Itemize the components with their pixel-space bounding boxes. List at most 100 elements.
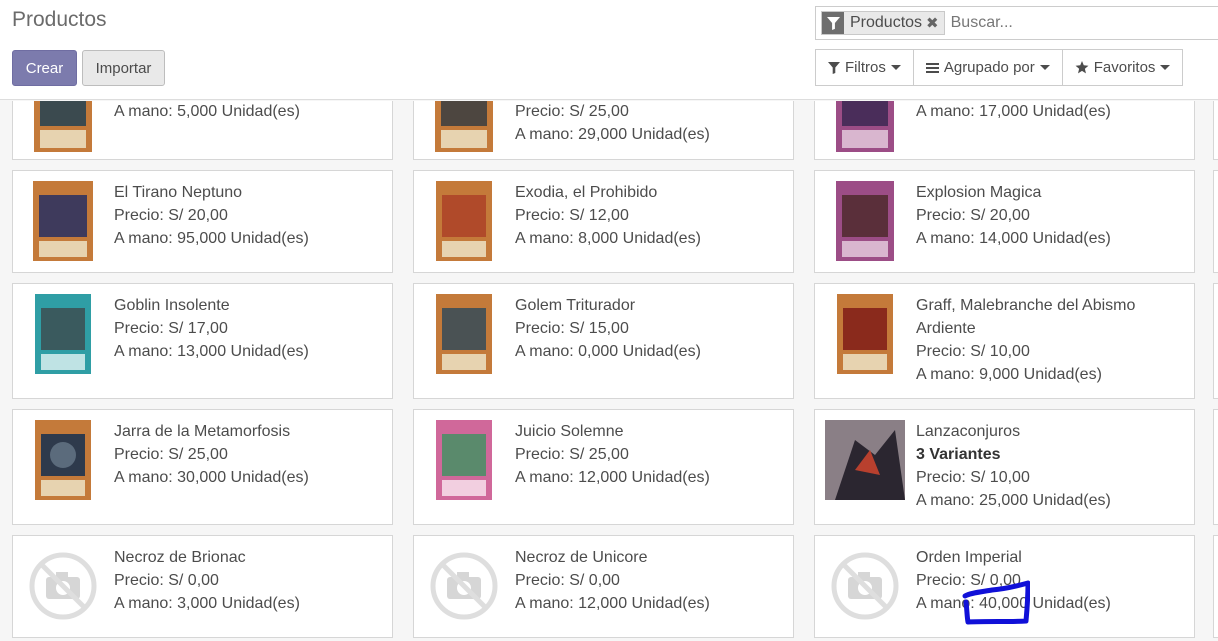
product-image: [23, 420, 103, 500]
page-title: Productos: [12, 8, 107, 31]
product-name: Lanzaconjuros: [916, 423, 1021, 440]
product-card[interactable]: Necroz de Brionac Precio: S/ 0,00 A mano…: [12, 535, 393, 638]
kanban-view: A mano: 5,000 Unidad(es) Precio: S/ 25,0…: [0, 101, 1218, 641]
create-button[interactable]: Crear: [12, 50, 77, 86]
search-options: Filtros Agrupado por Favoritos: [815, 49, 1184, 86]
product-name: Necroz de Brionac: [114, 549, 246, 566]
product-name: El Tirano Neptuno: [114, 184, 243, 201]
favorites-label: Favoritos: [1093, 59, 1156, 76]
product-stock: A mano: 13,000 Unidad(es): [114, 343, 309, 360]
product-price: Precio: S/ 0,00: [515, 572, 620, 589]
group-by-label: Agrupado por: [943, 59, 1035, 76]
import-button[interactable]: Importar: [82, 50, 165, 86]
product-name: Juicio Solemne: [515, 423, 624, 440]
product-image: [424, 101, 504, 152]
product-card[interactable]: Precio: S/ 25,00 A mano: 29,000 Unidad(e…: [413, 101, 794, 160]
product-card-partial: [1213, 535, 1218, 638]
product-price: Precio: S/ 10,00: [916, 343, 1030, 360]
product-price: Precio: S/ 25,00: [515, 103, 629, 120]
product-stock: A mano: 17,000 Unidad(es): [916, 103, 1111, 120]
product-card-partial: [1213, 101, 1218, 160]
product-name: Necroz de Unicore: [515, 549, 648, 566]
product-price: Precio: S/ 17,00: [114, 320, 228, 337]
product-card[interactable]: Juicio Solemne Precio: S/ 25,00 A mano: …: [413, 409, 794, 525]
product-stock: A mano: 14,000 Unidad(es): [916, 230, 1111, 247]
search-bar: Productos ✖: [815, 6, 1218, 40]
product-image: [825, 101, 905, 152]
filters-label: Filtros: [845, 59, 886, 76]
product-stock: A mano: 95,000 Unidad(es): [114, 230, 309, 247]
caret-down-icon: [1160, 65, 1171, 70]
product-stock: A mano: 0,000 Unidad(es): [515, 343, 701, 360]
product-card[interactable]: El Tirano Neptuno Precio: S/ 20,00 A man…: [12, 170, 393, 273]
search-facet: Productos ✖: [821, 11, 945, 35]
product-image: [825, 181, 905, 261]
product-image: [23, 181, 103, 261]
product-stock: A mano: 30,000 Unidad(es): [114, 469, 309, 486]
product-stock: A mano: 5,000 Unidad(es): [114, 103, 300, 120]
product-card-partial: [1213, 283, 1218, 399]
product-price: Precio: S/ 25,00: [515, 446, 629, 463]
product-image: [23, 294, 103, 374]
filter-icon: [822, 12, 844, 34]
product-price: Precio: S/ 0,00: [916, 572, 1021, 589]
list-icon: [925, 62, 939, 73]
product-name: Jarra de la Metamorfosis: [114, 423, 291, 440]
product-name: Graff, Malebranche del Abismo Ardiente: [916, 297, 1136, 337]
product-image: [424, 420, 504, 500]
favorites-dropdown[interactable]: Favoritos: [1061, 49, 1184, 86]
product-card[interactable]: Exodia, el Prohibido Precio: S/ 12,00 A …: [413, 170, 794, 273]
search-input[interactable]: [950, 14, 1201, 32]
no-image-icon: [424, 546, 504, 626]
product-stock: A mano: 29,000 Unidad(es): [515, 126, 710, 143]
product-name: Exodia, el Prohibido: [515, 184, 658, 201]
product-card-partial: [1213, 409, 1218, 525]
facet-label: Productos: [850, 14, 923, 31]
product-price: Precio: S/ 15,00: [515, 320, 629, 337]
product-image: [825, 420, 905, 500]
product-price: Precio: S/ 12,00: [515, 207, 629, 224]
product-stock: A mano: 12,000 Unidad(es): [515, 469, 710, 486]
product-image: [424, 181, 504, 261]
star-icon: [1075, 61, 1089, 74]
filter-icon: [828, 61, 840, 74]
product-card[interactable]: Golem Triturador Precio: S/ 15,00 A mano…: [413, 283, 794, 399]
product-price: Precio: S/ 10,00: [916, 469, 1030, 486]
product-image: [825, 294, 905, 374]
product-card[interactable]: Orden Imperial Precio: S/ 0,00 A mano: 4…: [814, 535, 1195, 638]
product-card[interactable]: A mano: 17,000 Unidad(es): [814, 101, 1195, 160]
filters-dropdown[interactable]: Filtros: [815, 49, 914, 86]
product-stock: A mano: 12,000 Unidad(es): [515, 595, 710, 612]
product-card[interactable]: A mano: 5,000 Unidad(es): [12, 101, 393, 160]
variants-count: 3 Variantes: [916, 446, 1001, 463]
product-name: Orden Imperial: [916, 549, 1022, 566]
product-stock: A mano: 3,000 Unidad(es): [114, 595, 300, 612]
product-stock: A mano: 9,000 Unidad(es): [916, 366, 1102, 383]
product-price: Precio: S/ 20,00: [114, 207, 228, 224]
product-name: Explosion Magica: [916, 184, 1042, 201]
product-name: Golem Triturador: [515, 297, 636, 314]
product-stock: A mano: 40,000 Unidad(es): [916, 595, 1111, 612]
caret-down-icon: [1039, 65, 1050, 70]
remove-facet-icon[interactable]: ✖: [926, 14, 944, 32]
group-by-dropdown[interactable]: Agrupado por: [912, 49, 1063, 86]
product-price: Precio: S/ 0,00: [114, 572, 219, 589]
product-card[interactable]: Necroz de Unicore Precio: S/ 0,00 A mano…: [413, 535, 794, 638]
product-name: Goblin Insolente: [114, 297, 230, 314]
no-image-icon: [825, 546, 905, 626]
control-panel: Productos Crear Importar Productos ✖ Fil…: [0, 0, 1218, 100]
no-image-icon: [23, 546, 103, 626]
product-card[interactable]: Graff, Malebranche del Abismo Ardiente P…: [814, 283, 1195, 399]
product-card[interactable]: Explosion Magica Precio: S/ 20,00 A mano…: [814, 170, 1195, 273]
caret-down-icon: [890, 65, 901, 70]
product-stock: A mano: 8,000 Unidad(es): [515, 230, 701, 247]
product-image: [23, 101, 103, 152]
product-card-partial: [1213, 170, 1218, 273]
product-card[interactable]: Goblin Insolente Precio: S/ 17,00 A mano…: [12, 283, 393, 399]
product-card[interactable]: Jarra de la Metamorfosis Precio: S/ 25,0…: [12, 409, 393, 525]
product-stock: A mano: 25,000 Unidad(es): [916, 492, 1111, 509]
product-price: Precio: S/ 25,00: [114, 446, 228, 463]
product-card[interactable]: Lanzaconjuros 3 Variantes Precio: S/ 10,…: [814, 409, 1195, 525]
product-price: Precio: S/ 20,00: [916, 207, 1030, 224]
product-image: [424, 294, 504, 374]
